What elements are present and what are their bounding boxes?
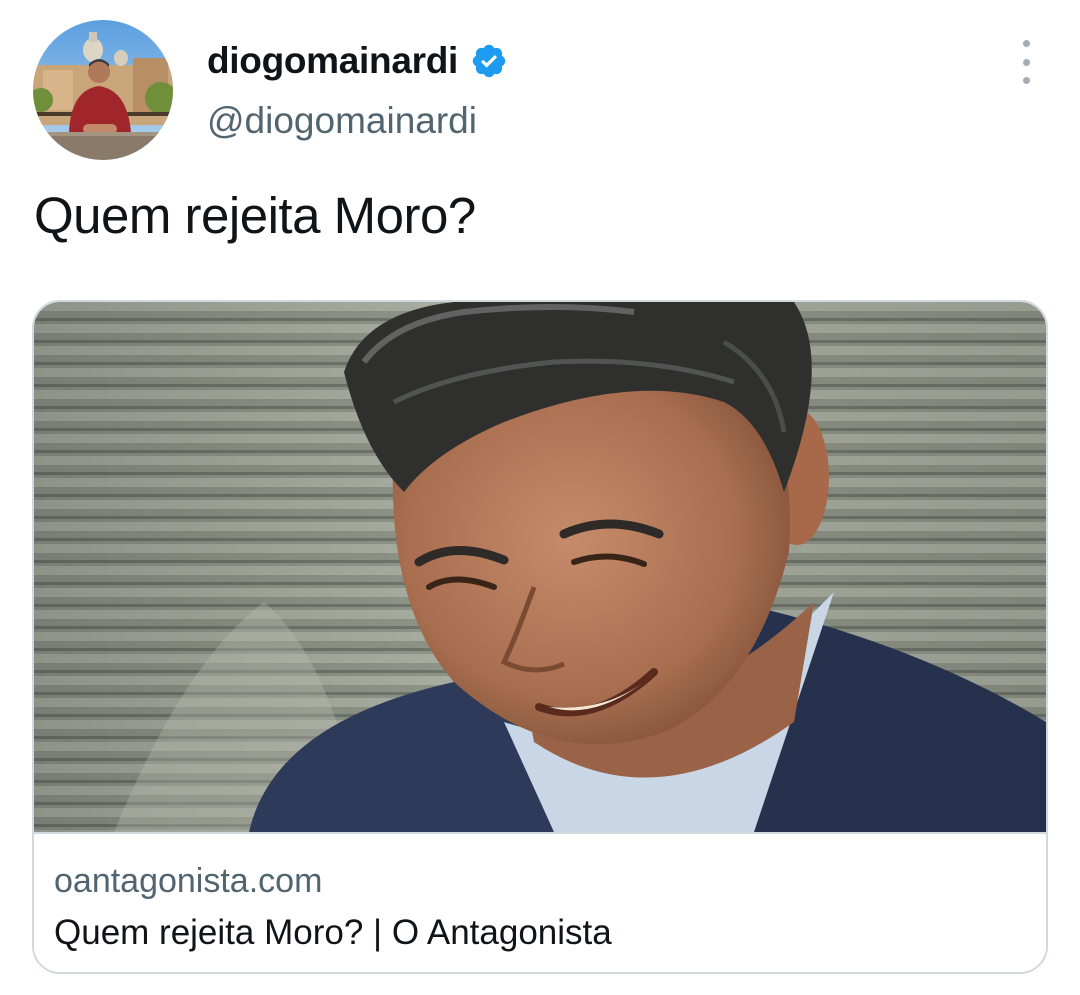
avatar-photo xyxy=(33,20,173,160)
card-image[interactable] xyxy=(34,302,1046,832)
tweet-text: Quem rejeita Moro? xyxy=(34,187,476,244)
link-preview-card[interactable]: oantagonista.com Quem rejeita Moro? | O … xyxy=(32,300,1048,974)
more-options-icon[interactable] xyxy=(1011,40,1041,84)
card-title[interactable]: Quem rejeita Moro? | O Antagonista xyxy=(54,913,612,953)
author-avatar[interactable] xyxy=(33,20,173,160)
author-display-name[interactable]: diogomainardi xyxy=(207,40,458,82)
card-domain: oantagonista.com xyxy=(54,862,323,900)
more-dot xyxy=(1022,77,1030,84)
more-dot xyxy=(1022,40,1030,47)
more-dot xyxy=(1022,58,1030,66)
author-name-row[interactable]: diogomainardi xyxy=(207,36,508,86)
article-photo xyxy=(34,302,1046,832)
card-meta[interactable]: oantagonista.com Quem rejeita Moro? | O … xyxy=(34,832,1046,972)
verified-badge-icon xyxy=(470,42,508,80)
author-handle[interactable]: @diogomainardi xyxy=(207,100,477,142)
